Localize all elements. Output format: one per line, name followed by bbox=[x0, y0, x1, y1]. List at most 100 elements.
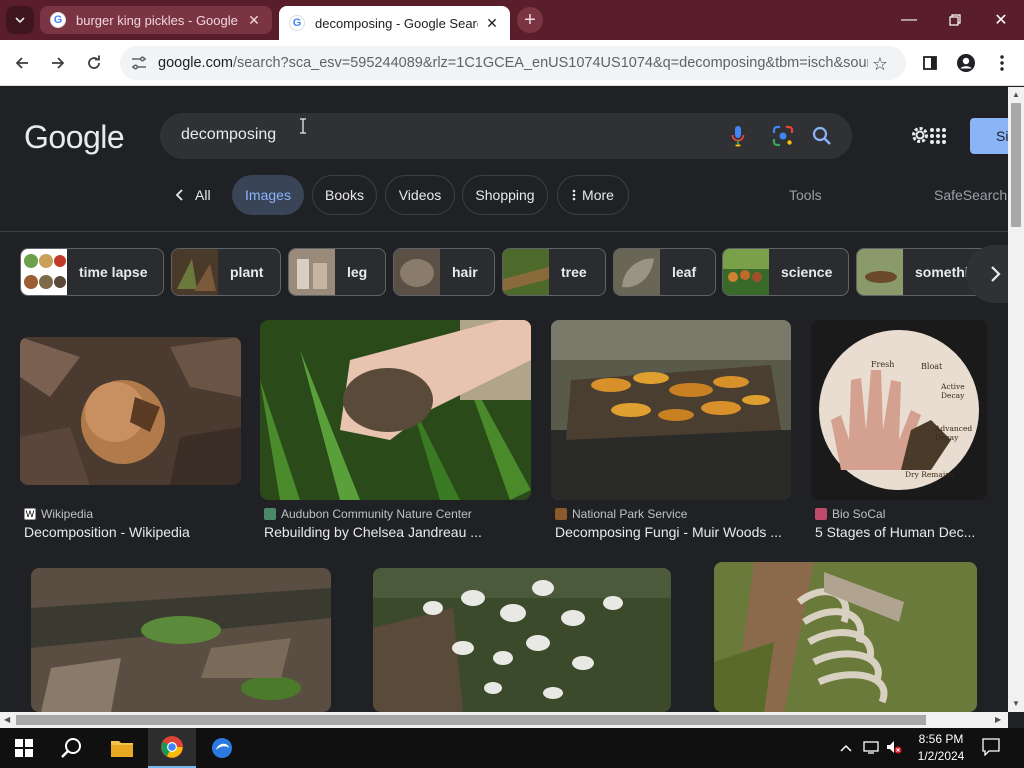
related-label: hair bbox=[452, 264, 478, 280]
related-thumbnail bbox=[614, 249, 660, 295]
related-thumbnail bbox=[723, 249, 769, 295]
horizontal-scrollbar[interactable]: ◀ ▶ bbox=[0, 712, 1008, 728]
stage-label: Advanced Decay bbox=[935, 424, 973, 442]
profile-avatar-icon[interactable] bbox=[952, 49, 980, 77]
related-chip-science[interactable]: science bbox=[722, 248, 849, 296]
microphone-icon[interactable] bbox=[730, 125, 746, 147]
scroll-left-icon[interactable]: ◀ bbox=[4, 715, 10, 724]
address-bar[interactable]: google.com/search?sca_esv=595244089&rlz=… bbox=[120, 46, 906, 80]
result-title[interactable]: Decomposition - Wikipedia bbox=[24, 524, 244, 540]
related-label: leaf bbox=[672, 264, 697, 280]
browser-toolbar: google.com/search?sca_esv=595244089&rlz=… bbox=[0, 40, 1024, 86]
result-image-apple[interactable] bbox=[20, 337, 241, 485]
taskbar-search-icon[interactable] bbox=[48, 728, 96, 768]
search-icon[interactable] bbox=[811, 125, 833, 147]
chrome-taskbar-icon[interactable] bbox=[148, 728, 196, 768]
new-tab-button[interactable]: + bbox=[517, 7, 543, 33]
scroll-up-icon[interactable]: ▲ bbox=[1012, 90, 1020, 99]
related-label: leg bbox=[347, 264, 368, 280]
site-info-icon[interactable] bbox=[130, 54, 148, 72]
all-results-link[interactable]: All bbox=[175, 175, 211, 215]
google-favicon-icon: G bbox=[289, 15, 305, 31]
related-chip-leg[interactable]: leg bbox=[288, 248, 386, 296]
app-taskbar-icon[interactable] bbox=[198, 728, 246, 768]
bookmark-star-icon[interactable]: ☆ bbox=[872, 54, 888, 75]
related-searches: time lapse plant leg hair tree leaf scie… bbox=[0, 232, 1008, 312]
notifications-icon[interactable] bbox=[982, 738, 1000, 759]
scroll-down-icon[interactable]: ▼ bbox=[1012, 699, 1020, 708]
result-image-decay-stages[interactable]: Fresh Bloat Active Decay Advanced Decay … bbox=[811, 320, 987, 500]
close-tab-icon[interactable]: ✕ bbox=[484, 15, 500, 31]
filter-videos[interactable]: Videos bbox=[385, 175, 455, 215]
related-thumbnail bbox=[289, 249, 335, 295]
result-source[interactable]: W Wikipedia bbox=[24, 507, 93, 521]
safesearch-button[interactable]: SafeSearch bbox=[934, 187, 1007, 203]
result-image-fungi[interactable] bbox=[551, 320, 791, 500]
related-chip-hair[interactable]: hair bbox=[393, 248, 495, 296]
back-arrow-icon[interactable] bbox=[8, 49, 36, 77]
show-hidden-icons-icon[interactable] bbox=[840, 740, 852, 755]
browser-menu-icon[interactable] bbox=[988, 49, 1016, 77]
result-title[interactable]: Rebuilding by Chelsea Jandreau ... bbox=[264, 524, 534, 540]
related-chip-time-lapse[interactable]: time lapse bbox=[20, 248, 164, 296]
tab-decomposing[interactable]: G decomposing - Google Search ✕ bbox=[279, 6, 510, 40]
filter-more[interactable]: More bbox=[557, 175, 629, 215]
system-clock[interactable]: 8:56 PM 1/2/2024 bbox=[912, 731, 970, 765]
scroll-right-icon[interactable]: ▶ bbox=[995, 715, 1001, 724]
restore-icon[interactable] bbox=[932, 0, 978, 40]
nps-favicon-icon bbox=[555, 508, 567, 520]
related-chip-tree[interactable]: tree bbox=[502, 248, 606, 296]
related-chip-leaf[interactable]: leaf bbox=[613, 248, 716, 296]
result-source-name: Bio SoCal bbox=[832, 507, 886, 521]
reload-icon[interactable] bbox=[80, 49, 108, 77]
file-explorer-icon[interactable] bbox=[98, 728, 146, 768]
filter-shopping[interactable]: Shopping bbox=[462, 175, 548, 215]
forward-arrow-icon[interactable] bbox=[44, 49, 72, 77]
google-logo[interactable]: Google bbox=[24, 119, 125, 156]
network-icon[interactable] bbox=[863, 740, 879, 757]
clock-date: 1/2/2024 bbox=[917, 749, 965, 763]
close-window-icon[interactable]: ✕ bbox=[978, 0, 1024, 40]
related-label: time lapse bbox=[79, 264, 148, 280]
vertical-scroll-thumb[interactable] bbox=[1011, 103, 1021, 227]
vertical-scrollbar[interactable]: ▲ ▼ bbox=[1008, 87, 1024, 712]
text-cursor-icon bbox=[298, 118, 308, 134]
result-image-ribcage[interactable] bbox=[714, 562, 977, 712]
result-title[interactable]: Decomposing Fungi - Muir Woods ... bbox=[555, 524, 795, 540]
filter-books[interactable]: Books bbox=[312, 175, 377, 215]
stage-label: Fresh bbox=[871, 360, 895, 369]
search-filters: All Images Books Videos Shopping More To… bbox=[0, 175, 1008, 215]
result-source-name: Audubon Community Nature Center bbox=[281, 507, 472, 521]
search-box[interactable]: decomposing bbox=[160, 113, 852, 159]
side-panel-icon[interactable] bbox=[916, 49, 944, 77]
related-chip-plant[interactable]: plant bbox=[171, 248, 281, 296]
result-source[interactable]: Audubon Community Nature Center bbox=[264, 507, 472, 521]
result-title[interactable]: 5 Stages of Human Dec... bbox=[815, 524, 980, 540]
volume-muted-icon[interactable] bbox=[886, 740, 902, 757]
related-thumbnail bbox=[394, 249, 440, 295]
chevron-right-icon bbox=[991, 266, 1001, 282]
result-source[interactable]: Bio SoCal bbox=[815, 507, 885, 521]
horizontal-scroll-thumb[interactable] bbox=[16, 715, 926, 725]
url-path: /search?sca_esv=595244089&rlz=1C1GCEA_en… bbox=[232, 55, 868, 71]
result-image-hand-soil[interactable] bbox=[260, 320, 531, 500]
related-label: science bbox=[781, 264, 833, 280]
google-favicon-icon: G bbox=[50, 12, 66, 28]
close-tab-icon[interactable]: ✕ bbox=[246, 12, 262, 28]
result-image-forest-floor[interactable] bbox=[31, 568, 331, 712]
tab-burger-king-pickles[interactable]: G burger king pickles - Google Se ✕ bbox=[40, 6, 272, 34]
minimize-icon[interactable]: — bbox=[886, 0, 932, 40]
google-apps-icon[interactable] bbox=[929, 127, 947, 145]
tools-button[interactable]: Tools bbox=[789, 187, 822, 203]
google-lens-icon[interactable] bbox=[772, 125, 794, 147]
filter-images[interactable]: Images bbox=[232, 175, 304, 215]
tab-search-button[interactable] bbox=[6, 6, 34, 34]
settings-gear-icon[interactable] bbox=[910, 125, 930, 145]
result-image-white-mushrooms[interactable] bbox=[373, 568, 671, 712]
search-query[interactable]: decomposing bbox=[181, 126, 276, 144]
result-source[interactable]: National Park Service bbox=[555, 507, 687, 521]
windows-start-icon[interactable] bbox=[0, 728, 48, 768]
windows-taskbar: 8:56 PM 1/2/2024 bbox=[0, 728, 1024, 768]
chevron-left-icon bbox=[175, 189, 183, 201]
all-label: All bbox=[195, 187, 211, 203]
